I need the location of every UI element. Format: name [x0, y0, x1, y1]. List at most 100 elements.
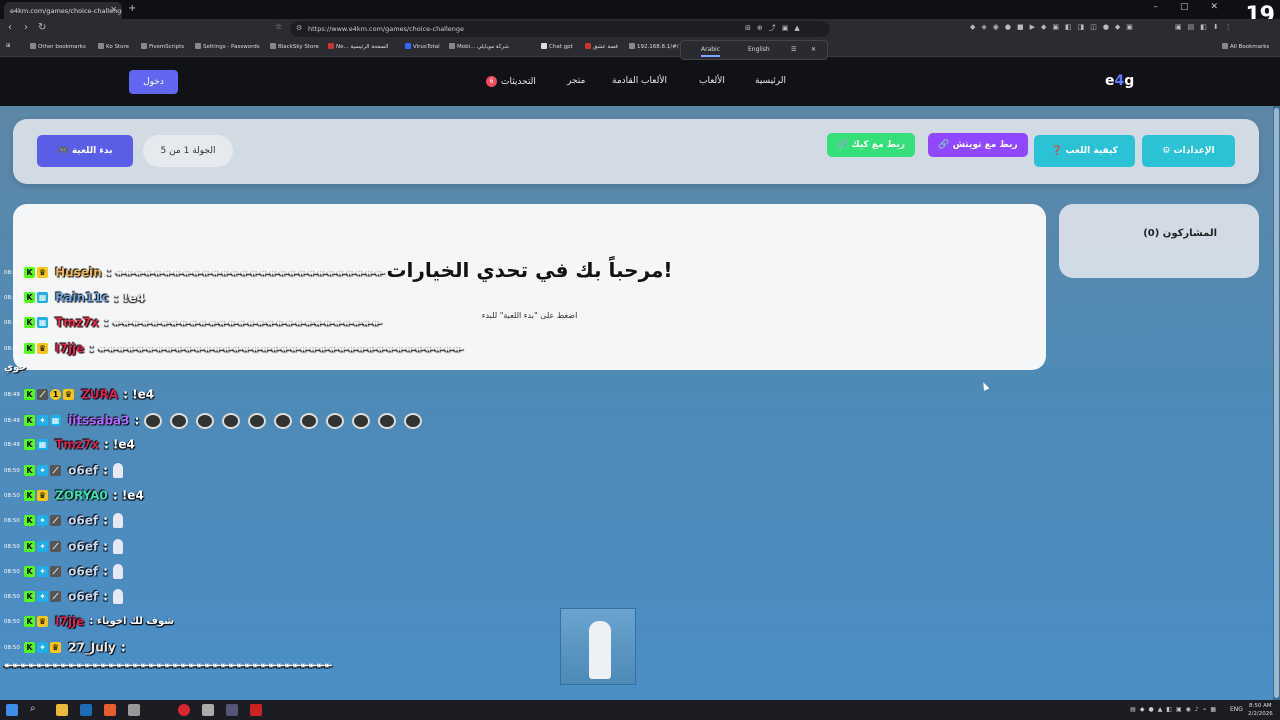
chat-username: iitssaba3: [68, 413, 130, 428]
bookmark-item[interactable]: 192.168.8.1/#/: [629, 43, 679, 50]
bookmarks-bar: ⊞ Other bookmarks Ko Store FivemScripts …: [0, 39, 1280, 57]
connect-kick-button[interactable]: 🔗 ربط مع كيك: [827, 133, 915, 157]
site-icon: [541, 43, 547, 49]
back-icon[interactable]: ‹: [8, 22, 12, 33]
star-badge: ✦: [37, 541, 48, 552]
windows-start-icon[interactable]: [6, 704, 18, 716]
site-icon: [270, 43, 276, 49]
bookmark-item[interactable]: Chat gpt: [541, 43, 573, 50]
chat-text: : !e4: [112, 488, 144, 503]
emote-icon: [144, 412, 163, 429]
kick-badge: K: [24, 317, 35, 328]
taskbar: ⌕ ▤◆●▲◧▣◉♪⌁▦ ENG 8:50 AM 2/2/2026: [0, 700, 1280, 720]
crown-badge: ♛: [37, 490, 48, 501]
lang-english-tab[interactable]: English: [748, 46, 770, 53]
lang-arabic-tab[interactable]: Arabic: [701, 46, 721, 57]
folder-icon: [141, 43, 147, 49]
login-button[interactable]: دخول: [129, 70, 178, 94]
steam-icon[interactable]: [80, 704, 92, 716]
crown-badge: ♛: [50, 642, 61, 653]
kick-badge: K: [24, 566, 35, 577]
site-icon: [585, 43, 591, 49]
pin-app-icon[interactable]: [250, 704, 262, 716]
bookmark-item[interactable]: Other bookmarks: [30, 43, 86, 50]
bookmark-item[interactable]: BlackSky Store: [270, 43, 319, 50]
app-icon[interactable]: [226, 704, 238, 716]
emote-icon: [404, 412, 423, 429]
crown-badge: ♛: [37, 616, 48, 627]
all-bookmarks[interactable]: All Bookmarks: [1222, 43, 1269, 50]
site-logo[interactable]: e4g: [1105, 73, 1134, 89]
close-tab-icon[interactable]: ✕: [110, 5, 117, 14]
bookmark-item[interactable]: Mobi... شركة موبايلي: [449, 43, 509, 50]
bookmark-item[interactable]: Ne... الصفحة الرئيسية: [328, 43, 388, 50]
browser-icon[interactable]: [104, 704, 116, 716]
close-icon[interactable]: ✕: [811, 46, 816, 53]
chat-username: Tmz7x: [55, 437, 99, 452]
start-game-button[interactable]: 🎮 بدء اللعبة: [37, 135, 133, 167]
browser-menu-icons[interactable]: ▣▤◧⬇⋮: [1175, 23, 1238, 31]
star-badge: ✦: [37, 515, 48, 526]
bookmark-star-icon[interactable]: ☆: [275, 22, 282, 31]
translate-popup: Arabic English ☰ ✕: [680, 40, 828, 60]
apps-icon[interactable]: ⊞: [6, 43, 11, 49]
reload-icon[interactable]: ↻: [38, 22, 46, 33]
nav-games[interactable]: الألعاب: [699, 76, 725, 86]
chat-message: 08:48 K ♛ Husein : ⯬⯬⯬⯬⯬⯬⯬⯬⯬⯬⯬⯬⯬⯬⯬⯬⯬⯬⯬⯬⯬⯬⯬…: [4, 265, 385, 280]
address-actions[interactable]: ⊞⊕⤴▣▲: [745, 23, 806, 33]
bookmark-item[interactable]: Settings - Passwords: [195, 43, 260, 50]
emote-icon: [300, 412, 319, 429]
site-icon: [449, 43, 455, 49]
extension-icons[interactable]: ◆◈◉●■▶◆▣◧◨◫●◆▣: [970, 23, 1139, 31]
emote-icon: [378, 412, 397, 429]
bookmark-item[interactable]: قصة عشق: [585, 43, 618, 50]
gear-icon: [195, 43, 201, 49]
chat-username: ZORYA0: [55, 488, 108, 503]
chat-message: ⯬⯬⯬⯬⯬⯬⯬⯬⯬⯬⯬⯬⯬⯬⯬⯬⯬⯬⯬⯬⯬⯬⯬⯬⯬⯬⯬⯬⯬⯬⯬⯬⯬⯬⯬⯬⯬⯬⯬⯬…: [4, 660, 332, 680]
emote-icon: [113, 539, 124, 554]
chat-message: 08:50 K ✦ ♛ 27_July :: [4, 640, 126, 655]
bookmark-item[interactable]: Ko Store: [98, 43, 129, 50]
nav-store[interactable]: متجر: [567, 76, 585, 86]
language-indicator[interactable]: ENG: [1230, 706, 1243, 713]
kick-badge: K: [24, 591, 35, 602]
nav-home[interactable]: الرئيسية: [755, 76, 786, 86]
settings-app-icon[interactable]: [202, 704, 214, 716]
connect-twitch-button[interactable]: 🔗 ربط مع تويتش: [928, 133, 1028, 157]
forward-icon[interactable]: ›: [24, 22, 28, 33]
search-icon[interactable]: ⌕: [30, 703, 42, 715]
chat-username: o6ef: [68, 539, 99, 554]
sub-badge: ▦: [37, 292, 48, 303]
webcam-feed: [560, 608, 636, 685]
chat-text: ⯬⯬⯬⯬⯬⯬⯬⯬⯬⯬⯬⯬⯬⯬⯬⯬⯬⯬⯬⯬⯬⯬⯬⯬⯬⯬⯬⯬⯬⯬⯬⯬⯬⯬⯬⯬⯬⯬⯬⯬…: [4, 660, 332, 671]
how-to-play-button[interactable]: ❓ كيفية اللعب: [1034, 135, 1135, 167]
nav-upcoming[interactable]: الألعاب القادمة: [612, 76, 667, 86]
url-text: https://www.e4km.com/games/choice-challe…: [308, 25, 465, 33]
file-explorer-icon[interactable]: [56, 704, 68, 716]
app-icon[interactable]: [128, 704, 140, 716]
kick-badge: K: [24, 267, 35, 278]
emote-icon: [113, 589, 124, 604]
bookmark-item[interactable]: FivemScripts: [141, 43, 184, 50]
chat-username: Husein: [55, 265, 102, 280]
site-info-icon[interactable]: ⚙: [296, 24, 302, 32]
address-bar-row: ‹ › ↻ ☆ ⚙ https://www.e4km.com/games/cho…: [0, 19, 1280, 39]
participants-panel: المشاركون (0): [1059, 204, 1259, 278]
settings-button[interactable]: ⚙ الإعدادات: [1142, 135, 1235, 167]
scrollbar-thumb[interactable]: [1274, 108, 1279, 698]
chat-username: o6ef: [68, 564, 99, 579]
system-tray[interactable]: ▤◆●▲◧▣◉♪⌁▦: [1130, 706, 1220, 713]
page-scrollbar[interactable]: [1273, 106, 1280, 700]
obs-icon[interactable]: [178, 704, 190, 716]
nav-updates[interactable]: 6 التحديثات: [486, 76, 536, 87]
new-tab-button[interactable]: +: [128, 3, 136, 14]
chat-text: :: [103, 564, 108, 579]
chat-username: ZURA: [81, 387, 119, 402]
browser-tab[interactable]: e4km.com/games/choice-challenge ✕: [4, 2, 122, 19]
clock[interactable]: 8:50 AM 2/2/2026: [1248, 702, 1273, 718]
bookmark-item[interactable]: VirusTotal: [405, 43, 440, 50]
window-controls[interactable]: –▢✕: [1153, 2, 1240, 12]
menu-icon[interactable]: ☰: [791, 46, 796, 53]
chat-message: 08:49 K ✦ ▦ iitssaba3 :: [4, 410, 430, 430]
updates-badge: 6: [486, 76, 497, 87]
